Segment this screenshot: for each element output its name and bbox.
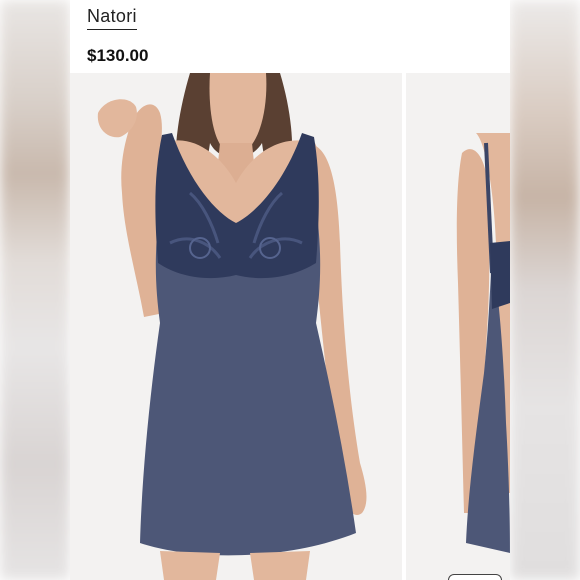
secondary-product-image[interactable] [406,73,510,580]
brand-link[interactable]: Natori [87,6,137,30]
product-card: Natori $130.00 [70,0,510,580]
gallery-control-button[interactable] [448,574,502,580]
main-product-image[interactable] [70,73,402,580]
blurred-background-right [510,0,580,580]
blurred-background-left [0,0,70,580]
product-price: $130.00 [87,46,149,65]
